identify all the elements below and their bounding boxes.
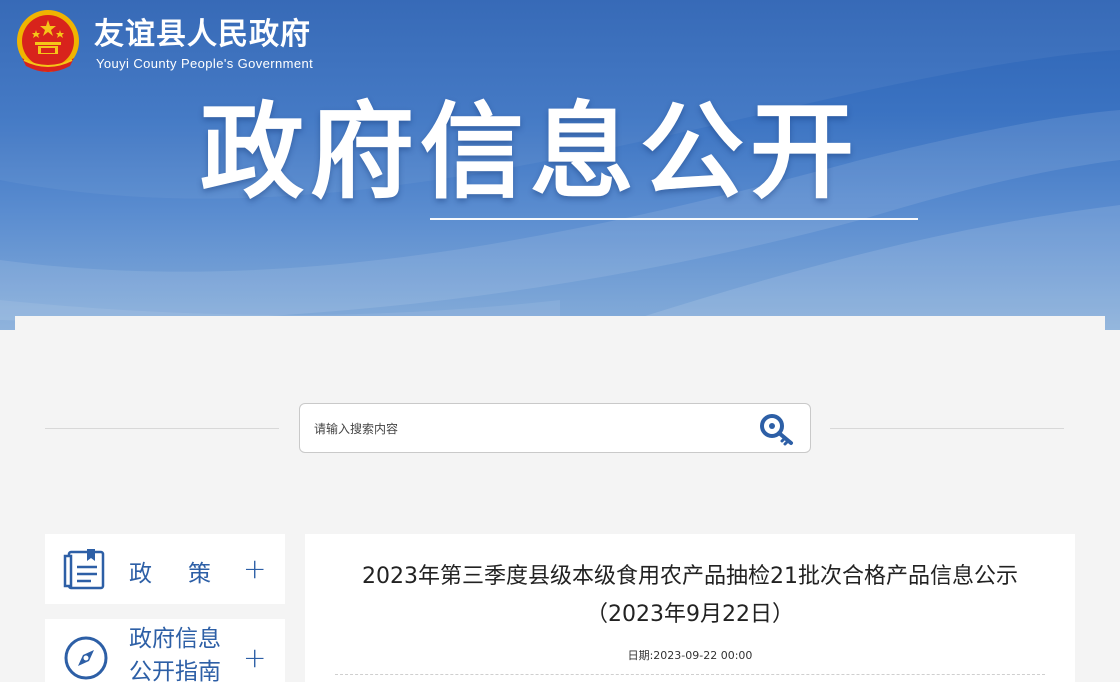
expand-plus-icon[interactable]: + [243,644,266,672]
hero-underline [430,218,918,220]
main-container: 政策 + 政府信息公开指南 + 2023年第三季度县级本级食用农产品抽检21批次… [15,316,1105,682]
expand-plus-icon[interactable]: + [243,555,266,583]
header-banner: 友谊县人民政府 Youyi County People's Government… [0,0,1120,330]
search-divider-right [830,428,1064,429]
sidebar-item-disclosure-guide[interactable]: 政府信息公开指南 + [45,619,285,682]
search-key-icon[interactable] [758,412,796,448]
sidebar-item-label: 政策 [129,561,247,587]
document-icon [63,549,105,590]
search-box [299,403,811,453]
search-divider-left [45,428,279,429]
compass-icon [64,636,108,680]
date-value: 2023-09-22 00:00 [653,649,753,662]
sidebar-item-policy[interactable]: 政策 + [45,534,285,604]
article-title: 2023年第三季度县级本级食用农产品抽检21批次合格产品信息公示 [362,564,1018,589]
article-panel: 2023年第三季度县级本级食用农产品抽检21批次合格产品信息公示 （2023年9… [305,534,1075,682]
article-divider [335,674,1045,675]
national-emblem-icon [17,10,79,72]
article-date: 日期:2023-09-22 00:00 [305,647,1075,663]
article-subtitle: （2023年9月22日） [586,602,794,627]
site-title[interactable]: 友谊县人民政府 [94,16,311,54]
hero-title: 政府信息公开 [200,91,861,213]
sidebar-item-label: 政府信息公开指南 [129,626,221,682]
search-input[interactable] [314,418,734,440]
site-subtitle: Youyi County People's Government [96,56,314,71]
date-label: 日期: [627,649,654,662]
